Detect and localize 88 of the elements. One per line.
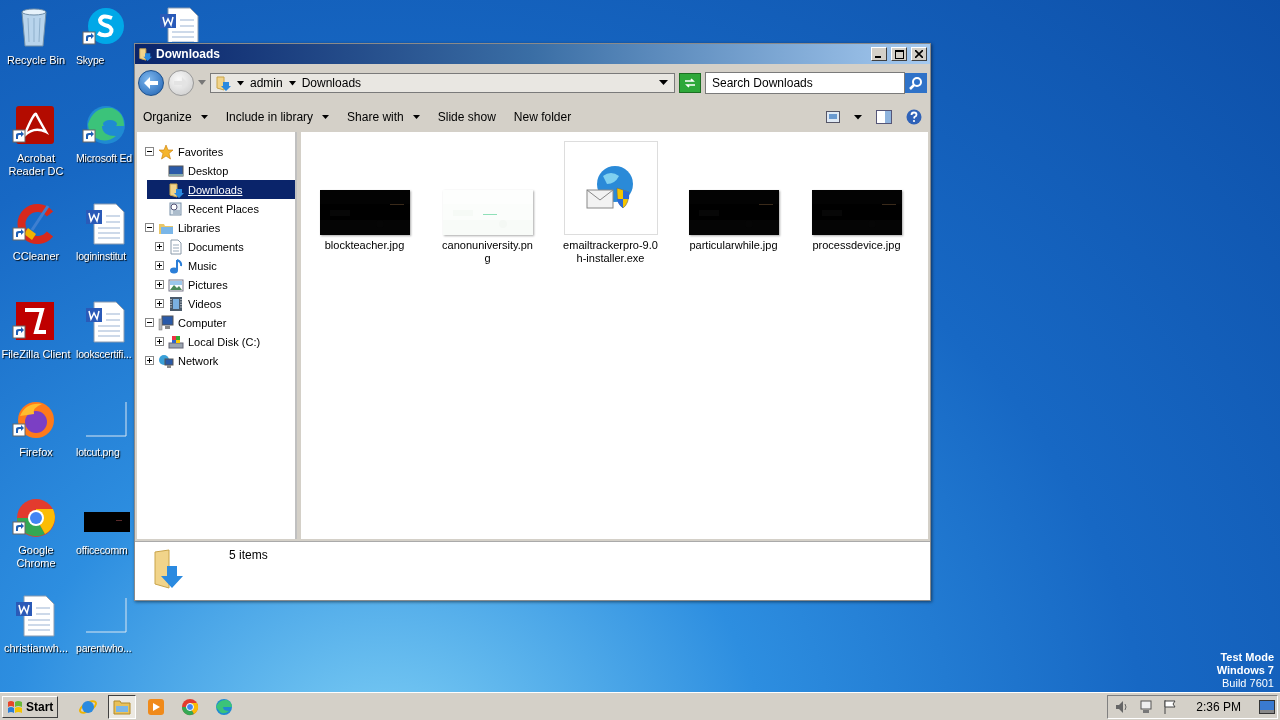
tree-item[interactable]: Videos: [147, 294, 295, 313]
tree-item[interactable]: Recent Places: [147, 199, 295, 218]
drive-icon: [168, 333, 184, 350]
file-name[interactable]: canonuniversity.png: [439, 239, 536, 265]
caret-icon[interactable]: [854, 114, 862, 120]
caret-icon[interactable]: [200, 115, 208, 119]
tree-item[interactable]: Downloads: [147, 180, 295, 199]
landscape-icon: [168, 276, 184, 293]
icon-label: CCleaner: [12, 250, 60, 263]
star-icon: [158, 143, 174, 160]
icon-label: Recycle Bin: [6, 54, 66, 67]
globe-monitor-icon: [158, 352, 174, 369]
clock[interactable]: 2:36 PM: [1196, 699, 1241, 714]
collapse-icon[interactable]: [145, 223, 154, 232]
icon-label: Acrobat Reader DC: [7, 152, 65, 178]
os-notice: Build 7601: [1222, 677, 1274, 690]
document-icon: [168, 238, 184, 255]
show-desktop-icon[interactable]: [1259, 699, 1275, 714]
tree-item[interactable]: Pictures: [147, 275, 295, 294]
icon-label: Microsoft Ed: [76, 152, 132, 165]
file-name[interactable]: particularwhile.jpg: [685, 239, 782, 252]
windows-flag-icon[interactable]: [7, 699, 23, 714]
icon-label: parentwho...: [76, 642, 132, 655]
tree-item[interactable]: Documents: [147, 237, 295, 256]
caret-icon[interactable]: [322, 115, 330, 119]
expand-icon[interactable]: [145, 356, 154, 365]
close-icon[interactable]: [915, 50, 923, 58]
expand-icon[interactable]: [155, 280, 164, 289]
expand-icon[interactable]: [155, 261, 164, 270]
start-button[interactable]: Start: [2, 695, 59, 718]
monitor-icon: [168, 162, 184, 179]
caret-icon[interactable]: [288, 80, 296, 86]
breadcrumb[interactable]: admin: [250, 76, 283, 90]
os-notice: Test Mode: [1220, 651, 1274, 664]
collapse-icon[interactable]: [145, 147, 154, 156]
icon-label: logininstitut: [76, 250, 126, 263]
view-icon[interactable]: [826, 111, 840, 123]
toolbar-button[interactable]: Share with: [347, 110, 420, 124]
icon-label: FileZilla Client: [1, 348, 71, 361]
icon-label: lookscertifi...: [76, 348, 132, 361]
toolbar-button[interactable]: Include in library: [225, 110, 330, 124]
tree-item[interactable]: Computer: [137, 313, 295, 332]
network-icon[interactable]: [1138, 698, 1155, 715]
tree-item[interactable]: Desktop: [147, 161, 295, 180]
arrow-left-icon[interactable]: [144, 77, 158, 89]
expand-icon[interactable]: [155, 242, 164, 251]
window-title: Downloads: [156, 47, 221, 61]
back-button[interactable]: [138, 70, 164, 96]
item-count: 5 items: [229, 548, 268, 564]
expand-icon[interactable]: [155, 299, 164, 308]
caret-icon[interactable]: [412, 115, 420, 119]
tree-item[interactable]: Network: [137, 351, 295, 370]
toolbar-button[interactable]: Organize: [143, 110, 208, 124]
address-field[interactable]: admin Downloads: [210, 73, 675, 93]
os-notice: Windows 7: [1216, 664, 1274, 677]
icon-label: Google Chrome: [15, 544, 57, 570]
caret-icon[interactable]: [237, 80, 244, 86]
file-name[interactable]: blockteacher.jpg: [316, 239, 413, 252]
expand-icon[interactable]: [155, 337, 164, 346]
document-icon: [168, 200, 184, 217]
film-strip-icon: [168, 295, 184, 312]
minimize-button[interactable]: [871, 47, 887, 61]
music-note-icon: [168, 257, 184, 274]
file-name[interactable]: processdevice.jpg: [808, 239, 905, 252]
toolbar-button[interactable]: Slide show: [437, 110, 496, 124]
file-name[interactable]: emailtrackerpro-9.0h-installer.exe: [562, 239, 659, 265]
tree-item[interactable]: Local Disk (C:): [147, 332, 295, 351]
icon-label: officecomm: [76, 544, 128, 557]
caret-icon[interactable]: [659, 80, 668, 86]
icon-label: christianwh...: [3, 642, 69, 655]
collapse-icon[interactable]: [145, 318, 154, 327]
preview-pane-icon[interactable]: [876, 110, 892, 124]
tree-item[interactable]: Music: [147, 256, 295, 275]
flag-icon[interactable]: [1162, 698, 1179, 715]
folder-download-icon: [138, 47, 152, 61]
search-field[interactable]: Search Downloads: [705, 72, 905, 94]
toolbar-button[interactable]: New folder: [513, 110, 572, 124]
help-icon[interactable]: [906, 109, 922, 125]
computer-icon: [158, 314, 174, 331]
folder-download-icon: [168, 181, 184, 198]
icon-label: lotcut.png: [76, 446, 120, 459]
icon-label: Firefox: [19, 446, 53, 459]
tree-item[interactable]: Libraries: [137, 218, 295, 237]
icon-label: Skype: [76, 54, 105, 67]
breadcrumb[interactable]: Downloads: [301, 76, 362, 90]
close-button[interactable]: [911, 47, 927, 61]
tree-item[interactable]: Favorites: [137, 142, 295, 161]
folder-download-icon: [215, 75, 231, 91]
